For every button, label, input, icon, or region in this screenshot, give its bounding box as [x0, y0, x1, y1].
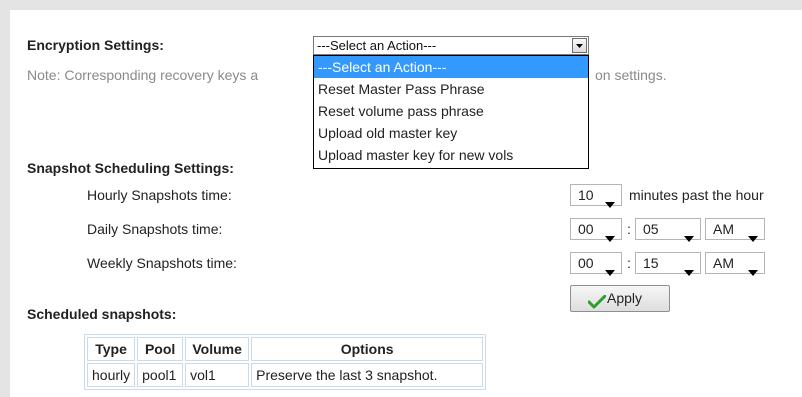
weekly-ampm-value: AM — [713, 255, 734, 271]
hourly-suffix: minutes past the hour — [629, 187, 764, 203]
chevron-down-icon — [748, 227, 758, 247]
hourly-minute-select[interactable]: 10 — [570, 184, 622, 208]
weekly-hour-select[interactable]: 00 — [570, 252, 622, 276]
daily-minute-select[interactable]: 05 — [635, 218, 701, 242]
daily-label: Daily Snapshots time: — [87, 221, 223, 237]
encryption-note-left: Note: Corresponding recovery keys a — [27, 67, 259, 83]
daily-time-separator: : — [627, 221, 631, 237]
chevron-down-icon[interactable] — [572, 38, 587, 53]
weekly-time-separator: : — [627, 255, 631, 271]
daily-hour-select[interactable]: 00 — [570, 218, 622, 242]
encryption-action-select[interactable]: ---Select an Action--- — [313, 36, 589, 55]
chevron-down-icon — [605, 227, 615, 247]
weekly-minute-value: 15 — [643, 255, 659, 271]
dropdown-option-reset-volume[interactable]: Reset volume pass phrase — [314, 100, 588, 122]
daily-minute-value: 05 — [643, 221, 659, 237]
dropdown-option-upload-new-key[interactable]: Upload master key for new vols — [314, 144, 588, 166]
cell-pool: pool1 — [137, 363, 184, 387]
weekly-minute-select[interactable]: 15 — [635, 252, 701, 276]
daily-ampm-select[interactable]: AM — [705, 218, 765, 242]
chevron-down-icon — [748, 261, 758, 281]
apply-button-label: Apply — [607, 290, 643, 306]
hourly-label: Hourly Snapshots time: — [87, 187, 232, 203]
cell-options: Preserve the last 3 snapshot. — [251, 363, 484, 387]
column-header-options: Options — [251, 337, 484, 361]
chevron-down-icon — [605, 261, 615, 281]
snapshot-scheduling-heading: Snapshot Scheduling Settings: — [27, 160, 234, 176]
encryption-action-value: ---Select an Action--- — [317, 38, 437, 53]
table-header-row: Type Pool Volume Options — [87, 337, 484, 361]
weekly-label: Weekly Snapshots time: — [87, 255, 237, 271]
daily-hour-value: 00 — [578, 221, 594, 237]
scheduled-snapshots-heading: Scheduled snapshots: — [27, 306, 177, 322]
settings-panel: Encryption Settings: ---Select an Action… — [10, 10, 802, 397]
weekly-hour-value: 00 — [578, 255, 594, 271]
chevron-down-icon — [684, 227, 694, 247]
column-header-type: Type — [87, 337, 136, 361]
table-row: hourly pool1 vol1 Preserve the last 3 sn… — [87, 363, 484, 387]
cell-type: hourly — [87, 363, 136, 387]
checkmark-icon — [587, 292, 607, 317]
chevron-down-icon — [684, 261, 694, 281]
column-header-pool: Pool — [137, 337, 184, 361]
column-header-volume: Volume — [185, 337, 250, 361]
daily-ampm-value: AM — [713, 221, 734, 237]
weekly-ampm-select[interactable]: AM — [705, 252, 765, 276]
chevron-down-icon — [605, 193, 615, 213]
dropdown-option-select-action[interactable]: ---Select an Action--- — [314, 56, 588, 78]
encryption-action-dropdown: ---Select an Action--- Reset Master Pass… — [313, 55, 589, 169]
hourly-minute-value: 10 — [578, 187, 594, 203]
scheduled-snapshots-table: Type Pool Volume Options hourly pool1 vo… — [84, 334, 487, 390]
encryption-settings-label: Encryption Settings: — [27, 37, 164, 53]
dropdown-option-reset-master[interactable]: Reset Master Pass Phrase — [314, 78, 588, 100]
cell-volume: vol1 — [185, 363, 250, 387]
apply-button[interactable]: Apply — [570, 285, 670, 312]
dropdown-option-upload-old-key[interactable]: Upload old master key — [314, 122, 588, 144]
encryption-note-right: on settings. — [595, 67, 667, 83]
